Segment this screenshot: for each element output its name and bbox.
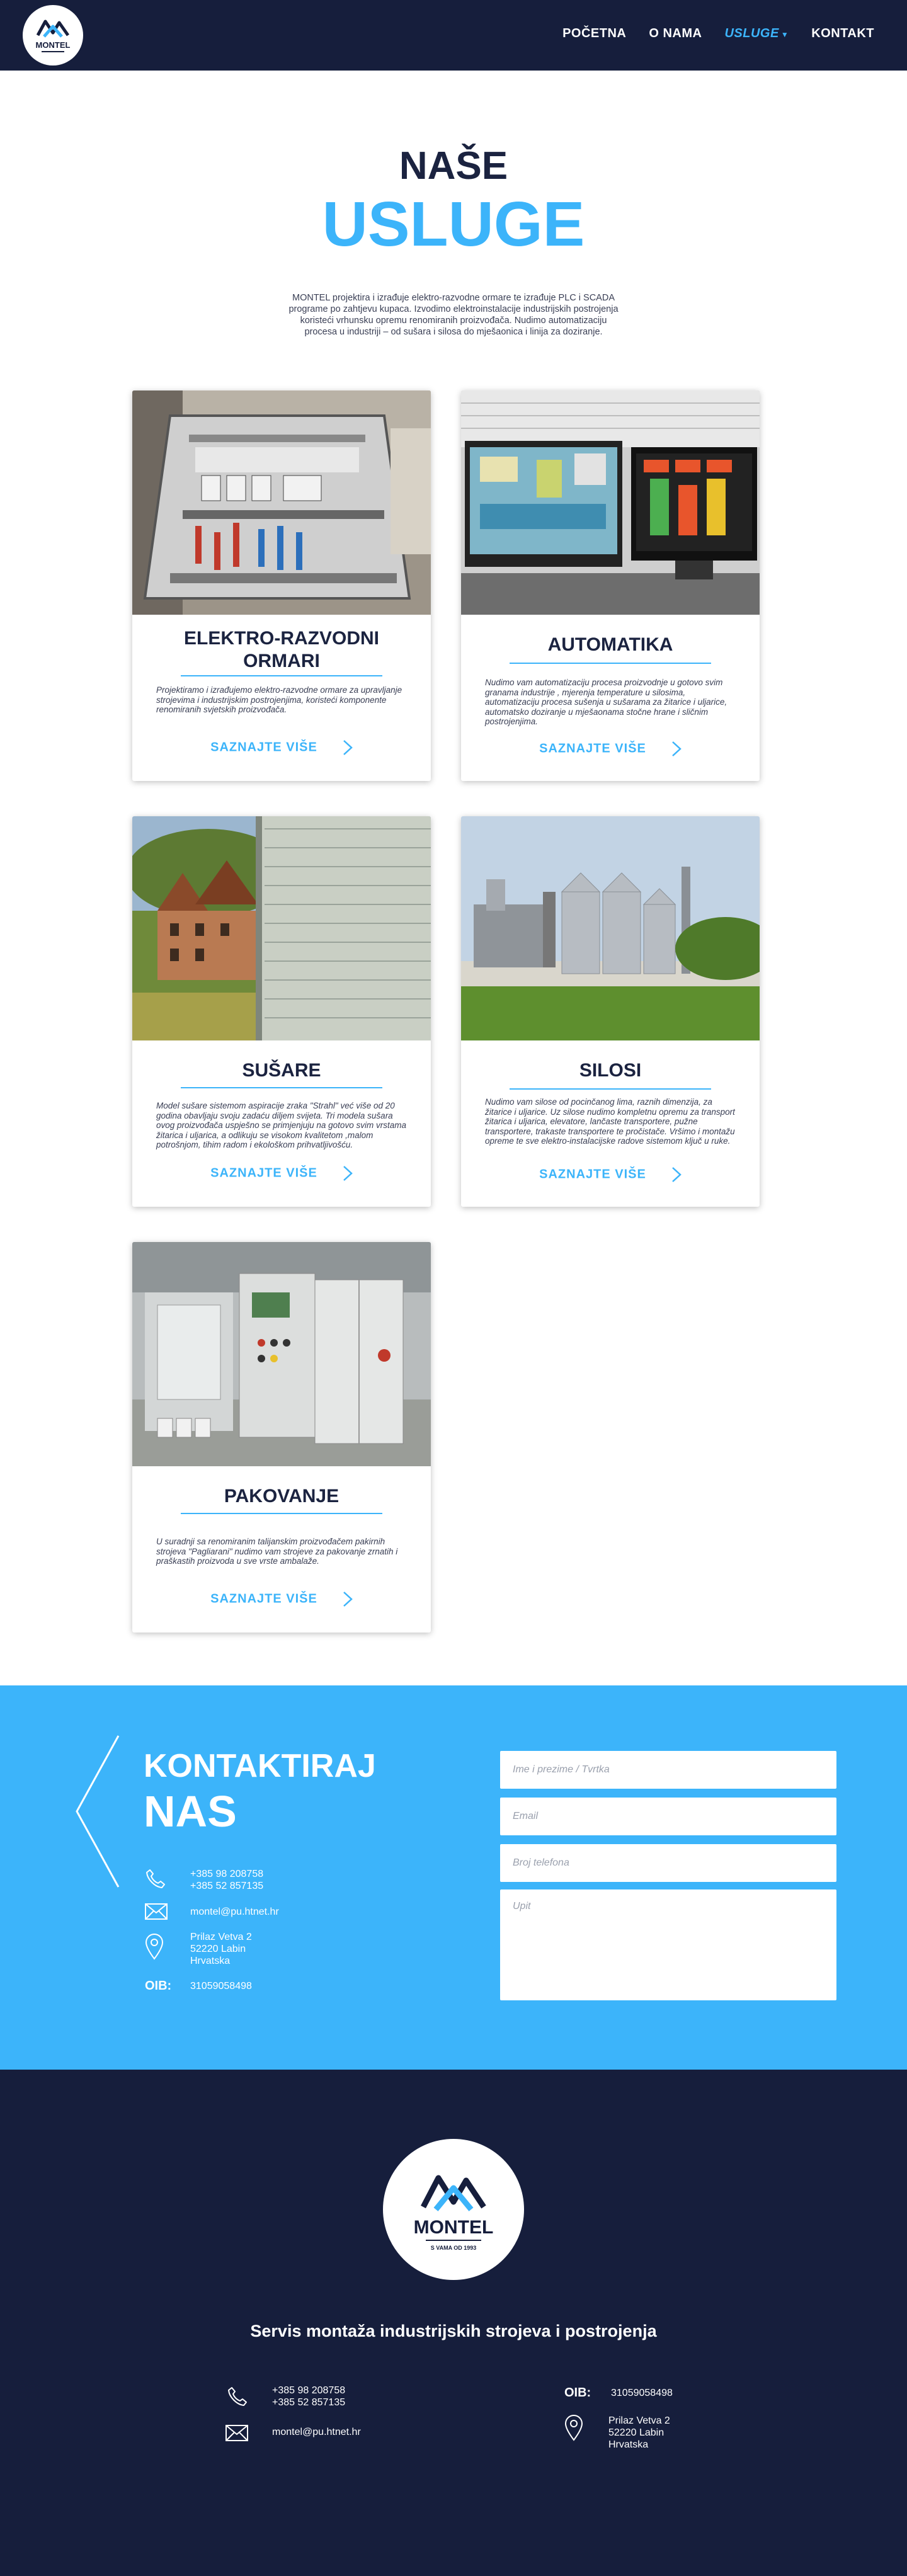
- footer-tagline: Servis montaža industrijskih strojeva i …: [250, 2322, 657, 2340]
- montel-logo[interactable]: MONTEL: [23, 5, 83, 66]
- footer-logo-subtext: S VAMA OD 1993: [431, 2245, 477, 2251]
- contact-email[interactable]: montel@pu.htnet.hr: [190, 1906, 279, 1918]
- learn-more-label: SAZNAJTE VIŠE: [539, 741, 646, 756]
- learn-more-button[interactable]: SAZNAJTE VIŠE: [132, 1591, 431, 1607]
- packaging-machine-photo-icon: [132, 1242, 431, 1466]
- top-navbar: MONTEL POČETNA O NAMA USLUGE ▼ KONTAKT: [0, 0, 907, 71]
- card-description: Model sušare sistemom aspiracije zraka "…: [156, 1101, 406, 1149]
- email-icon: [145, 1903, 168, 1920]
- contact-heading-line2: NAS: [144, 1787, 237, 1836]
- card-description: Nudimo vam automatizaciju procesa proizv…: [485, 678, 727, 726]
- footer-phone: +385 98 208758 +385 52 857135: [272, 2385, 346, 2408]
- card-title: SILOSI: [579, 1060, 642, 1081]
- page-title-line2: USLUGE: [322, 189, 585, 259]
- email-icon: [225, 2425, 248, 2441]
- location-pin-icon: [145, 1934, 164, 1960]
- location-pin-icon: [564, 2415, 583, 2441]
- montel-logo-mark-icon: MONTEL S VAMA OD 1993: [414, 2175, 494, 2251]
- card-divider: [181, 675, 382, 676]
- chevron-right-icon: [343, 740, 353, 755]
- contact-section: KONTAKTIRAJ NAS +385 98 208758 +385 52 8…: [0, 1685, 907, 2070]
- phone-field[interactable]: [500, 1844, 836, 1882]
- chevron-right-icon: [671, 741, 682, 756]
- email-field[interactable]: [500, 1798, 836, 1835]
- card-title: AUTOMATIKA: [547, 634, 673, 655]
- card-description: U suradnji sa renomiranim talijanskim pr…: [156, 1537, 398, 1566]
- card-description: Nudimo vam silose od pocinčanog lima, ra…: [485, 1097, 735, 1146]
- footer: MONTEL S VAMA OD 1993 Servis montaža ind…: [0, 2070, 907, 2576]
- phone-icon: [228, 2387, 247, 2406]
- footer-email[interactable]: montel@pu.htnet.hr: [272, 2426, 361, 2438]
- logo-text: MONTEL: [36, 40, 71, 50]
- nav-link-pocetna[interactable]: POČETNA: [562, 26, 626, 41]
- card-title: ELEKTRO-RAZVODNI ORMARI: [184, 628, 379, 671]
- learn-more-button[interactable]: SAZNAJTE VIŠE: [132, 1165, 431, 1182]
- chevron-right-icon: [343, 1592, 353, 1607]
- learn-more-label: SAZNAJTE VIŠE: [210, 1166, 317, 1180]
- main-menu: POČETNA O NAMA USLUGE ▼ KONTAKT: [562, 26, 874, 41]
- dryer-tower-photo-icon: [132, 816, 431, 1040]
- service-card-silosi: SILOSI Nudimo vam silose od pocinčanog l…: [461, 816, 760, 1207]
- service-card-pakovanje: PAKOVANJE U suradnji sa renomiranim tali…: [132, 1242, 431, 1633]
- card-divider: [181, 1087, 382, 1088]
- grain-silos-photo-icon: [461, 816, 760, 1040]
- footer-oib-label: OIB:: [564, 2386, 591, 2400]
- learn-more-label: SAZNAJTE VIŠE: [539, 1167, 646, 1182]
- contact-heading-line1: KONTAKTIRAJ: [144, 1748, 376, 1784]
- oib-value: 31059058498: [190, 1981, 252, 1992]
- montel-logo-mark-icon: MONTEL: [36, 20, 71, 52]
- nav-link-usluge[interactable]: USLUGE ▼: [724, 26, 789, 41]
- service-card-elektro-razvodni-ormari: ELEKTRO-RAZVODNI ORMARI Projektiramo i i…: [132, 390, 431, 781]
- learn-more-button[interactable]: SAZNAJTE VIŠE: [461, 741, 760, 757]
- card-divider: [510, 663, 711, 664]
- phone-icon: [146, 1869, 165, 1888]
- scada-monitors-photo-icon: [461, 390, 760, 615]
- card-title: PAKOVANJE: [224, 1486, 339, 1507]
- electrical-cabinet-photo-icon: [132, 390, 431, 615]
- footer-oib-value: 31059058498: [611, 2388, 673, 2398]
- nav-link-o-nama[interactable]: O NAMA: [649, 26, 702, 41]
- learn-more-label: SAZNAJTE VIŠE: [210, 1592, 317, 1606]
- learn-more-label: SAZNAJTE VIŠE: [210, 740, 317, 755]
- inquiry-textarea[interactable]: [500, 1889, 836, 2000]
- name-field[interactable]: [500, 1751, 836, 1789]
- card-title: SUŠARE: [242, 1060, 321, 1081]
- card-description: Projektiramo i izrađujemo elektro-razvod…: [156, 685, 402, 714]
- page-title-line1: NAŠE: [399, 144, 508, 188]
- chevron-left-decoration-icon: [76, 1735, 120, 1888]
- contact-address: Prilaz Vetva 2 52220 Labin Hrvatska: [190, 1932, 252, 1966]
- nav-link-usluge-label: USLUGE: [724, 26, 779, 40]
- learn-more-button[interactable]: SAZNAJTE VIŠE: [132, 739, 431, 756]
- contact-phone: +385 98 208758 +385 52 857135: [190, 1869, 264, 1891]
- intro-paragraph: MONTEL projektira i izrađuje elektro-raz…: [288, 293, 619, 337]
- nav-link-kontakt[interactable]: KONTAKT: [811, 26, 874, 41]
- service-card-susare: SUŠARE Model sušare sistemom aspiracije …: [132, 816, 431, 1207]
- service-card-automatika: AUTOMATIKA Nudimo vam automatizaciju pro…: [461, 390, 760, 781]
- oib-label: OIB:: [145, 1979, 172, 1993]
- chevron-right-icon: [343, 1166, 353, 1181]
- chevron-right-icon: [671, 1167, 682, 1182]
- card-divider: [510, 1088, 711, 1090]
- learn-more-button[interactable]: SAZNAJTE VIŠE: [461, 1166, 760, 1183]
- footer-montel-logo[interactable]: MONTEL S VAMA OD 1993: [383, 2139, 524, 2280]
- footer-address: Prilaz Vetva 2 52220 Labin Hrvatska: [608, 2415, 670, 2450]
- card-divider: [181, 1513, 382, 1514]
- chevron-down-icon: ▼: [780, 30, 789, 39]
- footer-logo-text: MONTEL: [414, 2217, 494, 2238]
